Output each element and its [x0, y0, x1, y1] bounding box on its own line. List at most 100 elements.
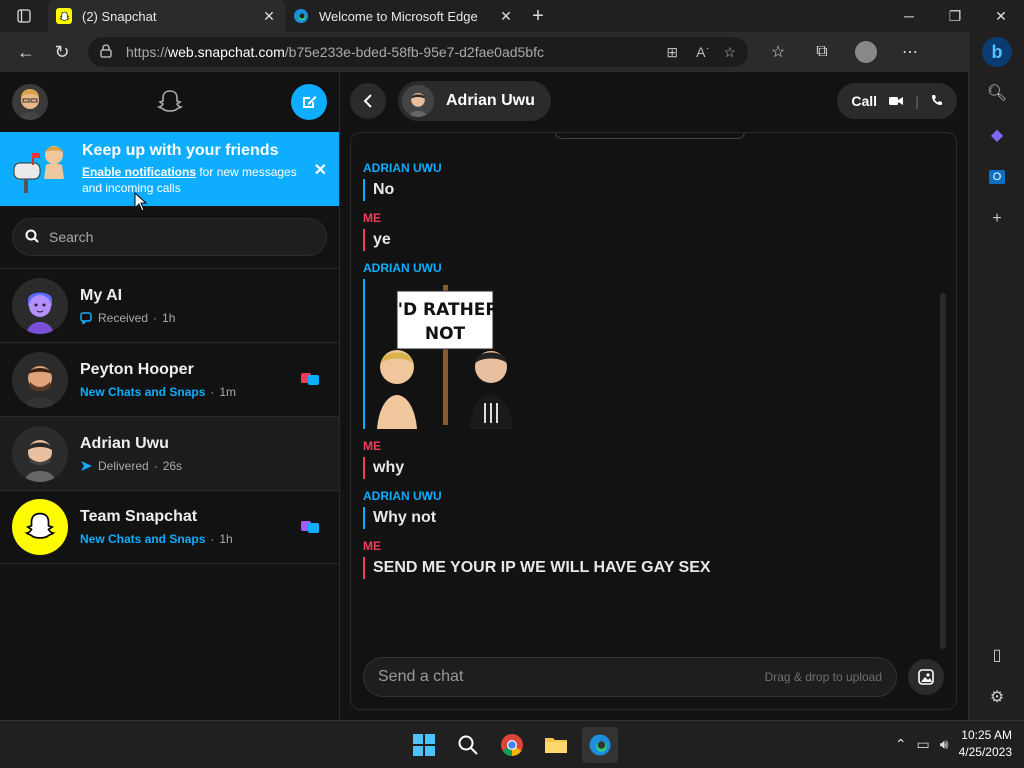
address-bar[interactable]: https://web.snapchat.com/b75e233e-bded-5… [88, 37, 748, 67]
sticker-line-2: NOT [425, 324, 466, 344]
refresh-icon[interactable]: ↻ [44, 36, 80, 68]
clock-time: 10:25 AM [961, 728, 1012, 742]
conversation-item-my-ai[interactable]: My AI Received · 1h [0, 268, 339, 342]
search-placeholder: Search [49, 229, 94, 245]
message-text[interactable]: SEND ME YOUR IP WE WILL HAVE GAY SEX [363, 557, 924, 579]
favorites-icon[interactable]: ☆ [758, 36, 798, 68]
contact-pill[interactable]: Adrian Uwu [398, 81, 551, 121]
conversation-status: New Chats and Snaps · 1m [80, 385, 236, 399]
message-sender: ADRIAN UWU [363, 161, 442, 175]
tab-title: Welcome to Microsoft Edge [319, 8, 478, 24]
close-tab-icon[interactable]: ✕ [261, 8, 277, 25]
edge-favicon-icon [293, 8, 309, 24]
copilot-icon[interactable]: ◆ [969, 114, 1024, 156]
edge-taskbar-icon[interactable] [582, 727, 618, 763]
collections-icon[interactable]: ⧉ [802, 36, 842, 68]
search-input[interactable]: Search [12, 218, 327, 256]
status-time: 26s [162, 458, 183, 473]
more-menu-icon[interactable]: ⋯ [890, 36, 930, 68]
status-time: 1m [219, 384, 237, 399]
close-window-icon[interactable]: ✕ [978, 0, 1024, 32]
restore-icon[interactable]: ❐ [932, 0, 978, 32]
sticker-line-1: I'D RATHER [391, 300, 498, 320]
file-explorer-icon[interactable] [538, 727, 574, 763]
add-favorite-icon[interactable]: ☆ [723, 44, 736, 61]
compose-icon [303, 96, 317, 108]
app-available-icon[interactable]: ⊞ [666, 44, 678, 61]
status-time: 1h [219, 532, 233, 546]
chat-box: ADRIAN UWU No ME ye ADRIAN UWU I'D RATHE… [350, 132, 957, 710]
add-sidebar-app-icon[interactable]: + [969, 198, 1024, 240]
snapchat-favicon-icon [56, 8, 72, 24]
status-text: New Chats and Snaps [80, 532, 206, 546]
sticker-message[interactable]: I'D RATHER NOT [363, 279, 924, 429]
separator-dot: · [153, 458, 158, 473]
search-icon [25, 229, 39, 246]
contact-name: Adrian Uwu [446, 92, 535, 109]
read-aloud-icon[interactable]: A͘ [696, 44, 705, 61]
minimize-icon[interactable]: ─ [886, 0, 932, 32]
sidebar-toggle-icon[interactable]: ▯ [969, 634, 1024, 676]
video-call-icon[interactable] [889, 93, 904, 109]
message-text[interactable]: ye [363, 229, 924, 251]
close-banner-icon[interactable]: ✕ [314, 160, 327, 180]
conversation-status: New Chats and Snaps · 1h [80, 532, 233, 546]
message-sender: ME [363, 539, 381, 553]
enable-notifications-link[interactable]: Enable notifications [82, 165, 196, 179]
separator-dot: · [210, 532, 215, 546]
volume-icon[interactable]: 🔊︎ [940, 736, 949, 753]
outlook-icon[interactable]: O [969, 156, 1024, 198]
taskbar-search-icon[interactable] [450, 727, 486, 763]
stories-ghost-icon[interactable] [152, 84, 188, 120]
conversation-name: My AI [80, 286, 123, 304]
settings-gear-icon[interactable]: ⚙ [969, 676, 1024, 718]
banner-title: Keep up with your friends [82, 142, 279, 159]
conversation-name: Team Snapchat [80, 508, 198, 525]
new-snaps-badge-icon [301, 519, 321, 540]
message-sender: ME [363, 439, 381, 453]
message-text[interactable]: Why not [363, 507, 924, 529]
team-snapchat-avatar [12, 499, 68, 555]
call-controls: Call | [837, 83, 957, 119]
close-tab-icon[interactable]: ✕ [498, 8, 514, 25]
lock-icon [100, 43, 112, 61]
back-button[interactable] [350, 83, 386, 119]
profile-avatar[interactable] [12, 84, 48, 120]
clock[interactable]: 10:25 AM 4/25/2023 [959, 727, 1012, 761]
new-tab-button[interactable]: + [522, 0, 554, 32]
tab-actions-button[interactable] [0, 0, 48, 32]
conversation-item-adrian-uwu[interactable]: Adrian Uwu Delivered · 26s [0, 416, 339, 490]
upload-media-button[interactable] [908, 659, 944, 695]
windows-start-icon[interactable] [406, 727, 442, 763]
conversation-status: Received · 1h [80, 311, 175, 325]
screen: (2) Snapchat ✕ Welcome to Microsoft Edge… [0, 0, 1024, 768]
bing-chat-button[interactable]: b [969, 32, 1024, 72]
tab-actions-icon [17, 9, 31, 23]
chat-scrollbar[interactable] [940, 293, 946, 649]
chat-input[interactable]: Send a chat Drag & drop to upload [363, 657, 897, 697]
left-header [0, 72, 339, 132]
network-icon[interactable]: ▭ [917, 736, 930, 753]
mailbox-illustration [12, 141, 72, 197]
chrome-icon[interactable] [494, 727, 530, 763]
chevron-up-icon[interactable]: ⌃ [895, 736, 907, 753]
conversation-list: My AI Received · 1h Peyton Hooper New Ch… [0, 268, 339, 564]
url-prefix: https:// [126, 44, 169, 60]
phone-call-icon[interactable] [931, 93, 943, 109]
conversation-item-team-snapchat[interactable]: Team Snapchat New Chats and Snaps · 1h [0, 490, 339, 564]
message-sender: ME [363, 211, 381, 225]
search-icon[interactable]: 🔍︎ [969, 72, 1024, 114]
conversation-item-peyton-hooper[interactable]: Peyton Hooper New Chats and Snaps · 1m [0, 342, 339, 416]
tab-snapchat[interactable]: (2) Snapchat ✕ [48, 0, 285, 32]
back-arrow-icon[interactable]: ← [8, 36, 44, 68]
tab-edge-welcome[interactable]: Welcome to Microsoft Edge ✕ [285, 0, 522, 32]
adrian-avatar [12, 425, 68, 482]
profile-icon[interactable] [846, 36, 886, 68]
notification-banner: Keep up with your friends Enable notific… [0, 132, 339, 206]
new-chat-button[interactable] [291, 84, 327, 120]
conversation-panel: Keep up with your friends Enable notific… [0, 72, 340, 720]
bitmoji-sticker: I'D RATHER NOT [377, 285, 513, 429]
window-controls: ─ ❐ ✕ [886, 0, 1024, 32]
message-text[interactable]: why [363, 457, 924, 479]
message-text[interactable]: No [363, 179, 924, 201]
